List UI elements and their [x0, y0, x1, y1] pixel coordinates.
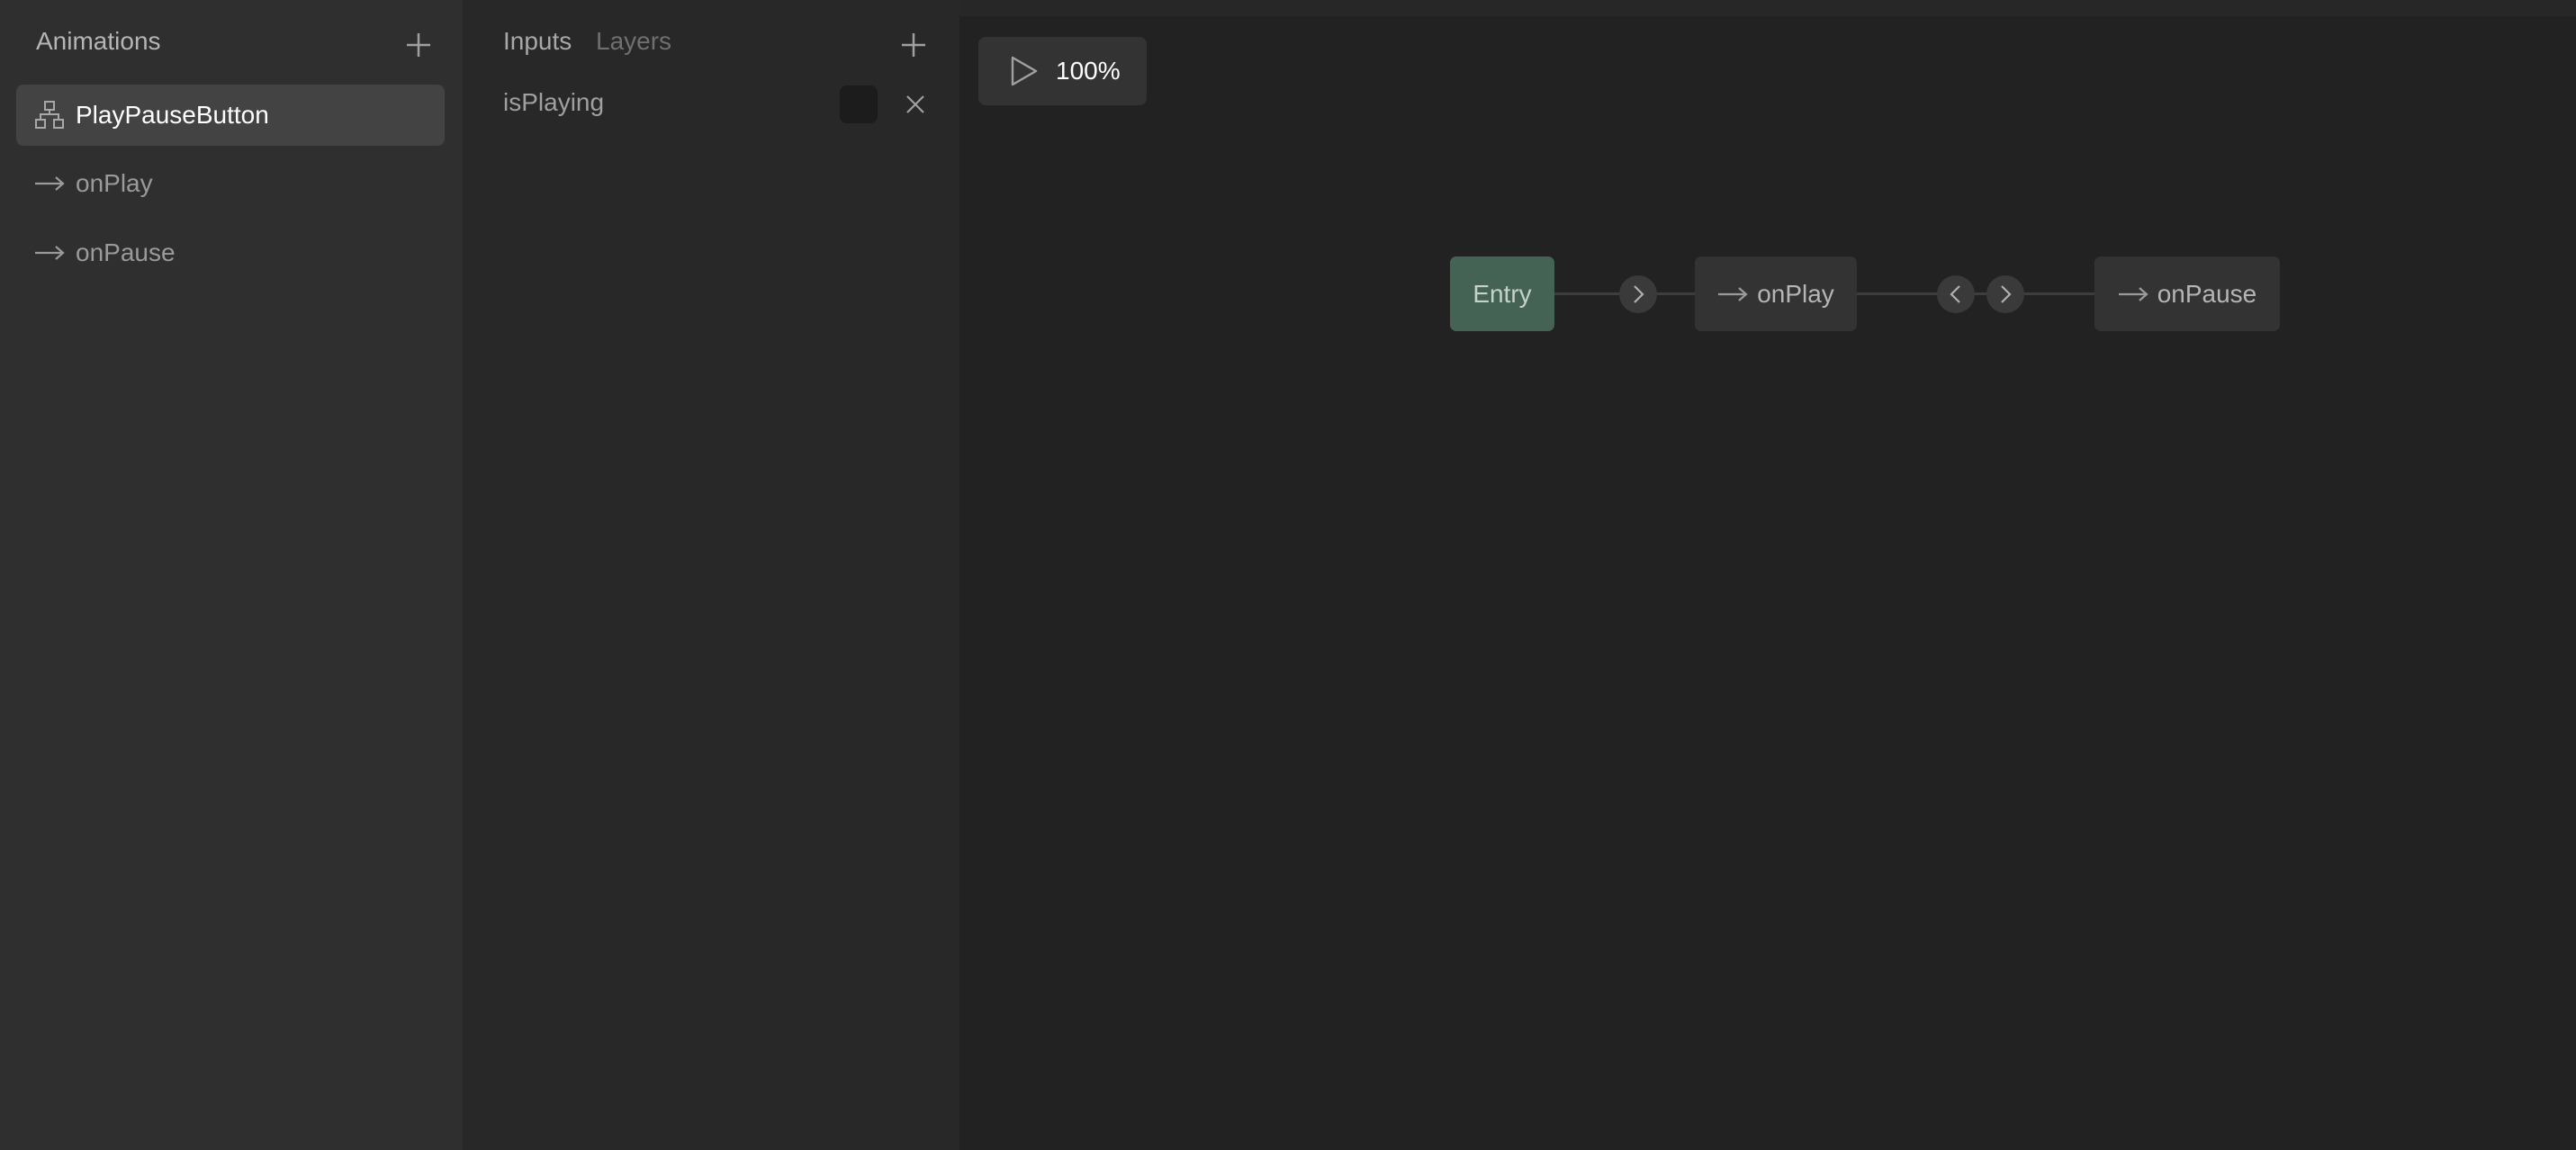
animation-item-label: PlayPauseButton [76, 101, 269, 129]
arrow-right-icon [2118, 286, 2148, 301]
tab-layers[interactable]: Layers [596, 27, 671, 56]
zoom-level[interactable]: 100% [1056, 57, 1121, 85]
tab-inputs[interactable]: Inputs [503, 27, 572, 56]
state-machine-icon [34, 100, 65, 130]
input-boolean-toggle[interactable] [840, 85, 878, 123]
play-button[interactable] [1006, 53, 1042, 89]
node-label: Entry [1473, 279, 1532, 308]
add-input-button[interactable] [896, 27, 932, 63]
arrow-right-icon [1718, 286, 1748, 301]
chevron-right-icon [1634, 285, 1644, 303]
inputs-panel: Inputs Layers isPlaying [463, 0, 959, 1150]
animation-item-playpausebutton[interactable]: PlayPauseButton [16, 85, 445, 146]
chevron-left-icon [1950, 285, 1960, 303]
animations-panel: Animations PlayPauseButton onPlay onPaus… [0, 0, 463, 1150]
animation-item-onpause[interactable]: onPause [16, 222, 445, 283]
transition-edge-onplay-onpause[interactable] [1857, 292, 2094, 295]
close-icon [906, 95, 924, 113]
chevron-right-icon [2001, 285, 2012, 303]
transition-entry-to-onplay[interactable] [1619, 275, 1657, 313]
transition-onplay-to-onpause[interactable] [1986, 275, 2024, 313]
add-animation-button[interactable] [401, 27, 437, 63]
animations-title: Animations [36, 27, 161, 55]
animation-item-label: onPlay [76, 169, 153, 197]
animation-item-label: onPause [76, 238, 176, 266]
node-label: onPlay [1757, 279, 1834, 308]
state-node-onplay[interactable]: onPlay [1695, 256, 1857, 331]
animation-item-onplay[interactable]: onPlay [16, 153, 445, 214]
arrow-right-icon [34, 168, 65, 199]
input-name-isplaying: isPlaying [503, 88, 605, 116]
entry-node[interactable]: Entry [1450, 256, 1554, 331]
play-icon [1011, 56, 1038, 86]
transition-onpause-to-onplay[interactable] [1937, 275, 1975, 313]
plus-icon [407, 33, 430, 57]
remove-input-button[interactable] [897, 86, 933, 122]
plus-icon [902, 33, 925, 57]
playback-toolbar: 100% [978, 37, 1147, 105]
node-label: onPause [2157, 279, 2257, 308]
state-machine-canvas[interactable] [959, 16, 2576, 1150]
arrow-right-icon [34, 238, 65, 268]
canvas-top-strip [959, 0, 2576, 16]
state-node-onpause[interactable]: onPause [2094, 256, 2280, 331]
